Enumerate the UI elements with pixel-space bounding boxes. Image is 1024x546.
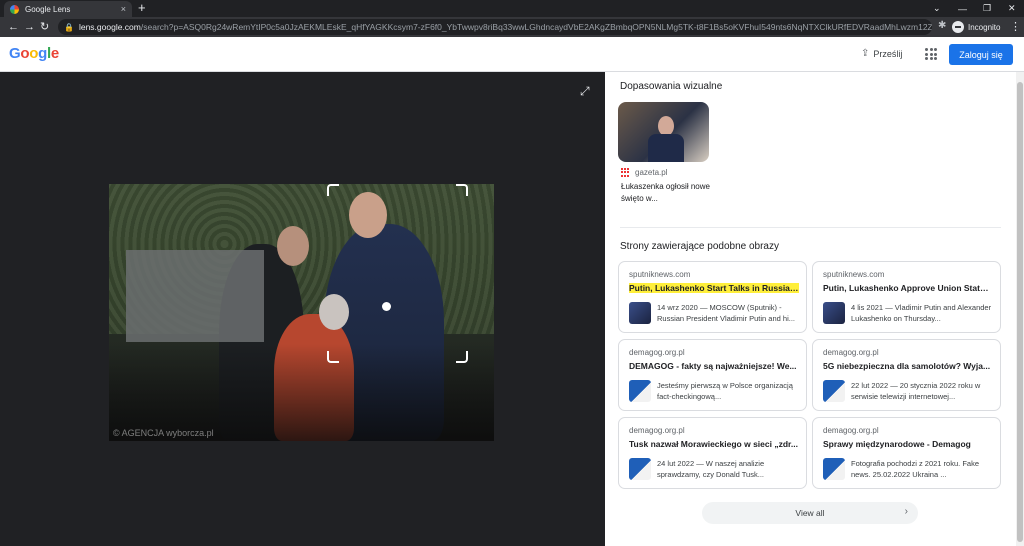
selection-corner-top-left[interactable] <box>327 184 339 196</box>
result-domain: demagog.org.pl <box>823 348 879 357</box>
extensions-icon[interactable]: ✱ <box>938 20 946 31</box>
result-card[interactable]: sputniknews.com Putin, Lukashenko Start … <box>618 261 807 333</box>
gazeta-favicon-icon <box>621 168 630 177</box>
logo-letter: e <box>50 45 59 62</box>
blurred-region <box>126 250 264 342</box>
google-lens-favicon-icon <box>10 4 19 14</box>
browser-tab[interactable]: Google Lens × <box>4 1 132 17</box>
chevron-right-icon: › <box>904 506 908 517</box>
url-path: /search?p=ASQ0Rg24wRemYtIP0c5a0JzAEKMLEs… <box>140 22 932 32</box>
result-thumbnail <box>823 380 845 402</box>
result-title[interactable]: Tusk nazwał Morawieckiego w sieci „zdr..… <box>629 439 799 449</box>
result-title[interactable]: Sprawy międzynarodowe - Demagog <box>823 439 993 449</box>
google-header: Google ⇪ Prześlij Zaloguj się <box>0 37 1024 72</box>
result-domain: demagog.org.pl <box>629 426 685 435</box>
tab-title: Google Lens <box>25 4 71 14</box>
tab-close-icon[interactable]: × <box>121 4 126 14</box>
result-card[interactable]: demagog.org.pl Sprawy międzynarodowe - D… <box>812 417 1001 489</box>
fullscreen-icon[interactable]: ⤢ <box>580 84 590 99</box>
upload-icon: ⇪ <box>861 48 870 59</box>
results-pane: Dopasowania wizualne gazeta.pl Łukaszenk… <box>605 72 1016 546</box>
result-thumbnail <box>629 302 651 324</box>
image-watermark: © AGENCJA wyborcza.pl <box>113 428 214 438</box>
visual-match-thumbnail[interactable] <box>618 102 709 162</box>
logo-letter: g <box>38 45 47 62</box>
address-bar[interactable]: 🔒 lens.google.com/search?p=ASQ0Rg24wRemY… <box>58 19 932 35</box>
incognito-icon <box>952 21 964 33</box>
result-snippet: Fotografia pochodzi z 2021 roku. Fake ne… <box>851 459 979 479</box>
result-card[interactable]: demagog.org.pl DEMAGOG - fakty są najważ… <box>618 339 807 411</box>
selection-corner-top-right[interactable] <box>456 184 468 196</box>
sign-in-button[interactable]: Zaloguj się <box>949 44 1013 65</box>
upload-button[interactable]: ⇪ Prześlij <box>861 48 902 59</box>
browser-menu-icon[interactable]: ⋮ <box>1010 20 1021 33</box>
result-snippet: 22 lut 2022 — 20 stycznia 2022 roku w se… <box>851 381 981 401</box>
selection-corner-bottom-left[interactable] <box>327 351 339 363</box>
minimize-button[interactable]: — <box>958 0 967 17</box>
result-title[interactable]: DEMAGOG - fakty są najważniejsze! We... <box>629 361 799 371</box>
logo-letter: o <box>20 45 30 62</box>
url-text: lens.google.com/search?p=ASQ0Rg24wRemYtI… <box>79 22 932 32</box>
result-title[interactable]: 5G niebezpieczna dla samolotów? Wyja... <box>823 361 993 371</box>
selection-corner-bottom-right[interactable] <box>456 351 468 363</box>
forward-button[interactable]: → <box>24 20 35 34</box>
result-title[interactable]: Putin, Lukashenko Approve Union State'..… <box>823 283 993 293</box>
pages-with-images-heading: Strony zawierające podobne obrazy <box>620 241 779 252</box>
result-title[interactable]: Putin, Lukashenko Start Talks in Russia'… <box>629 283 799 293</box>
google-apps-icon[interactable] <box>925 48 937 60</box>
browser-toolbar: ← → ↻ 🔒 lens.google.com/search?p=ASQ0Rg2… <box>0 17 1024 37</box>
result-domain: demagog.org.pl <box>823 426 879 435</box>
maximize-button[interactable]: ❐ <box>983 0 991 17</box>
incognito-label: Incognito <box>968 22 1001 32</box>
result-snippet: 24 lut 2022 — W naszej analizie sprawdza… <box>657 459 765 479</box>
logo-letter: o <box>29 45 39 62</box>
divider <box>620 227 1001 228</box>
result-thumbnail <box>823 458 845 480</box>
new-tab-button[interactable]: + <box>138 1 146 15</box>
result-domain: demagog.org.pl <box>629 348 685 357</box>
reload-button[interactable]: ↻ <box>40 20 49 34</box>
result-card[interactable]: demagog.org.pl Tusk nazwał Morawieckiego… <box>618 417 807 489</box>
close-window-button[interactable]: ✕ <box>1008 0 1016 17</box>
url-host: lens.google.com <box>78 22 141 32</box>
results-scrollbar[interactable] <box>1016 72 1024 546</box>
scrollbar-thumb[interactable] <box>1017 82 1023 542</box>
incognito-indicator[interactable]: Incognito <box>952 19 1000 35</box>
google-logo[interactable]: Google <box>9 45 59 62</box>
visual-match-source-label: gazeta.pl <box>635 168 668 177</box>
result-thumbnail <box>823 302 845 324</box>
upload-label: Prześlij <box>873 48 903 59</box>
result-snippet: 14 wrz 2020 — MOSCOW (Sputnik) - Russian… <box>657 303 795 323</box>
visual-match-source[interactable]: gazeta.pl <box>621 168 667 177</box>
visual-match-title[interactable]: Łukaszenka ogłosił nowe święto w... <box>621 181 721 205</box>
tab-search-icon[interactable]: ⌄ <box>933 0 941 17</box>
result-snippet: 4 lis 2021 — Vladimir Putin and Alexande… <box>851 303 992 323</box>
view-all-button[interactable]: View all › <box>702 502 918 524</box>
logo-letter: G <box>9 45 21 62</box>
result-thumbnail <box>629 380 651 402</box>
result-domain: sputniknews.com <box>823 270 885 279</box>
result-domain: sputniknews.com <box>629 270 691 279</box>
visual-matches-heading: Dopasowania wizualne <box>620 81 723 92</box>
result-card[interactable]: demagog.org.pl 5G niebezpieczna dla samo… <box>812 339 1001 411</box>
search-image: © AGENCJA wyborcza.pl <box>109 184 494 441</box>
result-snippet: Jesteśmy pierwszą w Polsce organizacją f… <box>657 381 793 401</box>
lock-icon[interactable]: 🔒 <box>64 23 74 32</box>
view-all-label: View all <box>795 508 825 518</box>
back-button[interactable]: ← <box>8 20 19 34</box>
result-thumbnail <box>629 458 651 480</box>
result-card[interactable]: sputniknews.com Putin, Lukashenko Approv… <box>812 261 1001 333</box>
browser-tab-bar: Google Lens × + ⌄ — ❐ ✕ <box>0 0 1024 17</box>
object-selection-dot[interactable] <box>382 302 391 311</box>
